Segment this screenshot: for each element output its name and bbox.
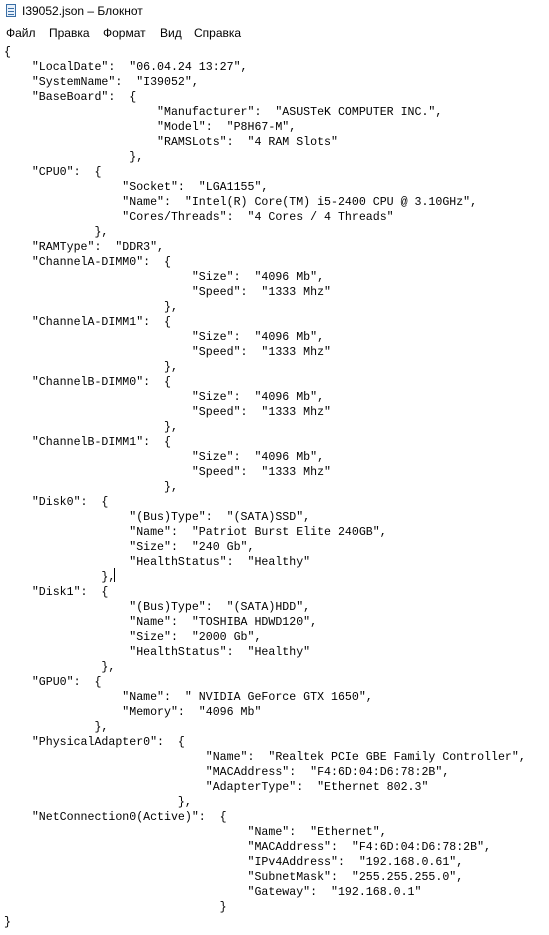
editor-line: "Manufacturer": "ASUSTeK COMPUTER INC.", [4,106,443,119]
editor-line: "SystemName": "I39052", [4,76,199,89]
text-editor[interactable]: { "LocalDate": "06.04.24 13:27", "System… [0,42,549,935]
editor-line: "NetConnection0(Active)": { [4,811,227,824]
editor-line: "AdapterType": "Ethernet 802.3" [4,781,429,794]
editor-line: "ChannelA-DIMM0": { [4,256,171,269]
editor-line: "Size": "4096 Mb", [4,271,325,284]
editor-line: "(Bus)Type": "(SATA)HDD", [4,601,311,614]
editor-line: }, [4,571,116,584]
editor-line: }, [4,361,178,374]
editor-line: "Name": "Patriot Burst Elite 240GB", [4,526,387,539]
editor-line: "Disk0": { [4,496,109,509]
editor-line: "CPU0": { [4,166,102,179]
editor-line: "Memory": "4096 Mb" [4,706,262,719]
editor-line: "Name": "Intel(R) Core(TM) i5-2400 CPU @… [4,196,478,209]
editor-line: "Size": "4096 Mb", [4,331,325,344]
editor-line: "Name": "Realtek PCIe GBE Family Control… [4,751,526,764]
editor-line: }, [4,421,178,434]
editor-line: }, [4,151,144,164]
editor-line: "BaseBoard": { [4,91,137,104]
notepad-icon [6,4,16,17]
editor-line: }, [4,481,178,494]
editor-line: "Model": "P8H67-M", [4,121,297,134]
editor-line: "Speed": "1333 Mhz" [4,466,331,479]
editor-line: "RAMType": "DDR3", [4,241,165,254]
editor-line: "SubnetMask": "255.255.255.0", [4,871,464,884]
menu-bar: Файл Правка Формат Вид Справка [0,22,549,42]
editor-line: "Size": "4096 Mb", [4,391,325,404]
editor-line: "Size": "4096 Mb", [4,451,325,464]
menu-format[interactable]: Формат [103,26,146,40]
title-bar: I39052.json – Блокнот [0,0,549,22]
editor-line: "GPU0": { [4,676,102,689]
menu-view[interactable]: Вид [160,26,182,40]
editor-line: "Speed": "1333 Mhz" [4,406,331,419]
editor-line: } [4,916,11,929]
editor-line: } [4,901,227,914]
editor-line: "Speed": "1333 Mhz" [4,286,331,299]
editor-line: "ChannelA-DIMM1": { [4,316,171,329]
editor-line: "Cores/Threads": "4 Cores / 4 Threads" [4,211,394,224]
editor-line: "LocalDate": "06.04.24 13:27", [4,61,248,74]
editor-line: "Socket": "LGA1155", [4,181,269,194]
menu-file[interactable]: Файл [6,26,36,40]
editor-line: "Speed": "1333 Mhz" [4,346,331,359]
menu-help[interactable]: Справка [194,26,241,40]
editor-line: "Size": "240 Gb", [4,541,255,554]
editor-line: }, [4,661,116,674]
editor-line: "Name": "Ethernet", [4,826,387,839]
editor-line: "Disk1": { [4,586,109,599]
editor-line: "ChannelB-DIMM1": { [4,436,171,449]
editor-line: "Name": " NVIDIA GeForce GTX 1650", [4,691,373,704]
editor-line: "Size": "2000 Gb", [4,631,262,644]
editor-line: "Name": "TOSHIBA HDWD120", [4,616,318,629]
editor-line: "HealthStatus": "Healthy" [4,646,311,659]
editor-line: }, [4,721,109,734]
editor-line: "(Bus)Type": "(SATA)SSD", [4,511,311,524]
editor-line: "ChannelB-DIMM0": { [4,376,171,389]
editor-line: "IPv4Address": "192.168.0.61", [4,856,464,869]
editor-line: { [4,46,11,59]
editor-line: "MACAddress": "F4:6D:04:D6:78:2B", [4,766,450,779]
editor-line: }, [4,796,192,809]
editor-line: "MACAddress": "F4:6D:04:D6:78:2B", [4,841,492,854]
window-title: I39052.json – Блокнот [22,4,143,18]
editor-line: "PhysicalAdapter0": { [4,736,185,749]
editor-line: }, [4,301,178,314]
editor-line: "HealthStatus": "Healthy" [4,556,311,569]
editor-line: "Gateway": "192.168.0.1" [4,886,422,899]
editor-line: "RAMSLots": "4 RAM Slots" [4,136,338,149]
editor-line: }, [4,226,109,239]
menu-edit[interactable]: Правка [49,26,90,40]
